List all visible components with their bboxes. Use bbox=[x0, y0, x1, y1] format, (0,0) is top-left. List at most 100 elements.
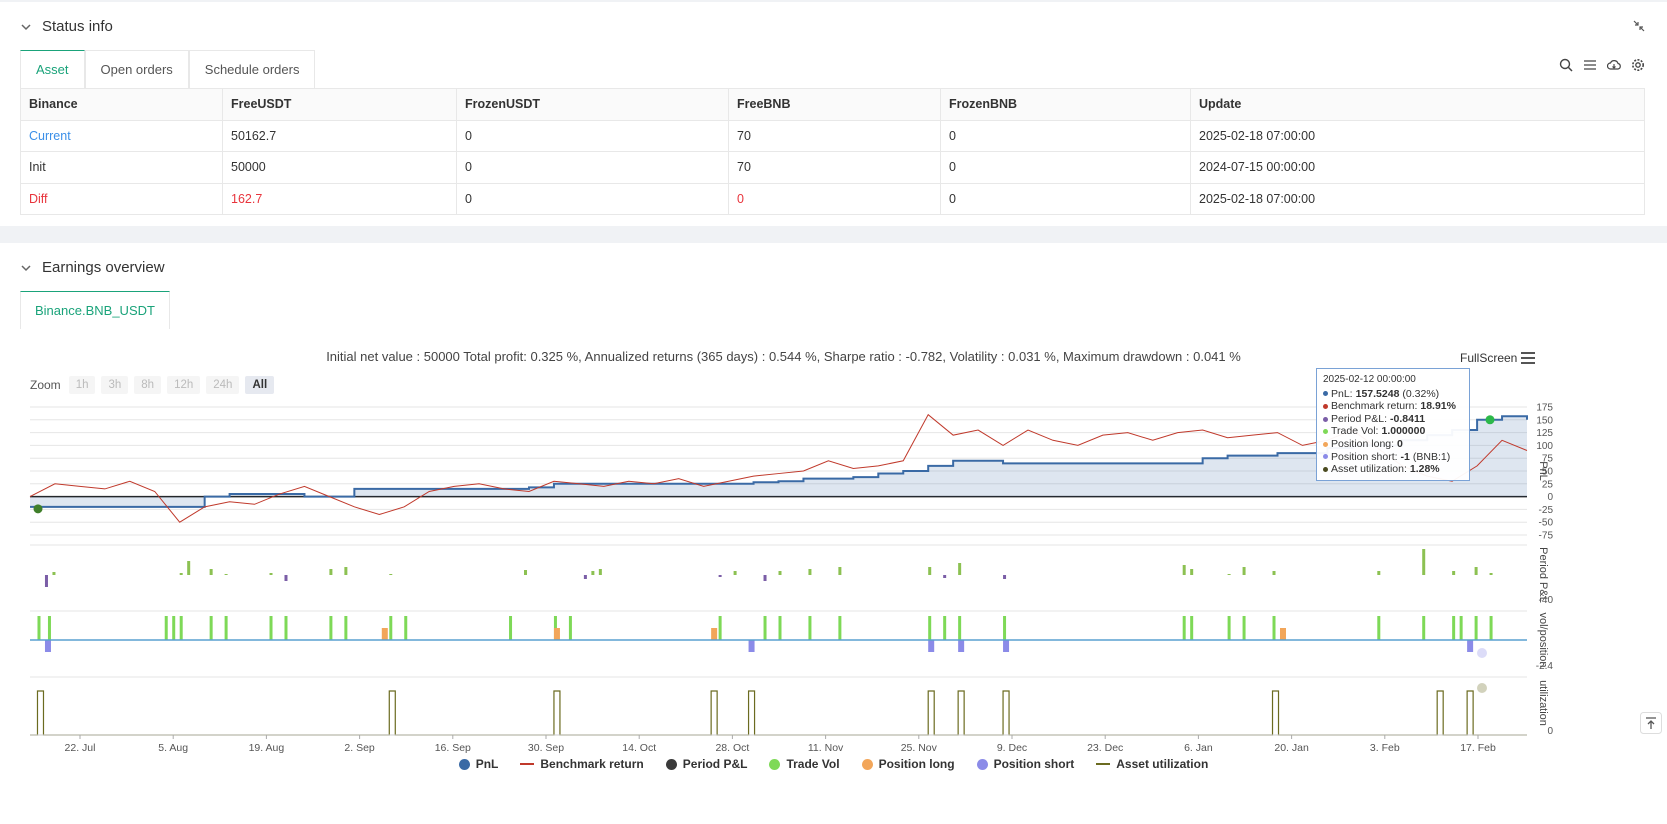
pnl-axis-label: PnL bbox=[1537, 461, 1549, 481]
tab-open-orders[interactable]: Open orders bbox=[84, 50, 189, 88]
table-toolbar bbox=[1559, 58, 1645, 72]
x-tick-label: 25. Nov bbox=[901, 742, 938, 754]
period-pnl-bar bbox=[1272, 571, 1276, 575]
period-pnl-bar bbox=[1474, 567, 1478, 575]
col-header: FrozenUSDT bbox=[456, 88, 729, 121]
tab-schedule-orders[interactable]: Schedule orders bbox=[188, 50, 316, 88]
period-pnl-bar bbox=[928, 567, 932, 575]
trade-vol-bar bbox=[1489, 616, 1493, 640]
table-cell: 2025-02-18 07:00:00 bbox=[1190, 182, 1645, 216]
vol-axis-label: vol/position bbox=[1537, 612, 1549, 667]
chevron-down-icon[interactable] bbox=[20, 21, 32, 33]
y-tick-label: -40 bbox=[1539, 595, 1554, 606]
y-tick-label: -50 bbox=[1539, 518, 1554, 529]
x-tick-label: 17. Feb bbox=[1460, 742, 1496, 754]
list-icon[interactable] bbox=[1583, 58, 1597, 72]
trade-vol-bar bbox=[1227, 616, 1231, 640]
trade-vol-bar bbox=[1377, 616, 1381, 640]
period-pnl-bar bbox=[1489, 573, 1493, 575]
trade-vol-bar bbox=[1422, 616, 1426, 640]
tooltip-label: Position short: bbox=[1331, 450, 1398, 463]
tooltip-marker bbox=[1323, 454, 1328, 460]
col-header: FreeBNB bbox=[728, 88, 941, 121]
back-to-top-icon[interactable] bbox=[1640, 712, 1662, 734]
tooltip-extra: (BNB:1) bbox=[1412, 450, 1451, 463]
trade-vol-bar bbox=[1190, 616, 1194, 640]
trade-vol-bar bbox=[389, 616, 393, 640]
period-pnl-bar bbox=[179, 573, 183, 575]
hover-marker bbox=[1477, 648, 1487, 658]
table-cell: 2025-02-18 07:00:00 bbox=[1190, 119, 1645, 153]
status-panel-header[interactable]: Status info bbox=[20, 18, 113, 35]
x-tick-label: 11. Nov bbox=[808, 742, 844, 754]
zoom-3h-button[interactable]: 3h bbox=[101, 376, 129, 394]
legend-marker bbox=[458, 758, 470, 770]
legend-item-asset-utilization[interactable]: Asset utilization bbox=[1096, 757, 1208, 771]
col-header: FrozenBNB bbox=[940, 88, 1191, 121]
x-tick-label: 6. Jan bbox=[1184, 742, 1213, 754]
chevron-down-icon[interactable] bbox=[20, 262, 32, 274]
trade-vol-bar bbox=[224, 616, 228, 640]
period-pnl-bar bbox=[718, 575, 722, 577]
y-tick-label: 175 bbox=[1536, 403, 1553, 414]
period-pnl-bar bbox=[958, 563, 962, 575]
trade-vol-bar bbox=[1474, 616, 1478, 640]
legend-marker bbox=[1096, 763, 1111, 765]
legend-item-period-pnl[interactable]: Period P&L bbox=[665, 757, 747, 771]
trade-vol-bar bbox=[568, 616, 572, 640]
tooltip-value: 1.000000 bbox=[1381, 425, 1426, 438]
y-tick-label: 150 bbox=[1536, 415, 1553, 426]
asset-table: Binance FreeUSDT FrozenUSDT FreeBNB Froz… bbox=[20, 88, 1645, 216]
row-label-current[interactable]: Current bbox=[20, 119, 223, 153]
trade-vol-bar bbox=[838, 616, 842, 640]
zoom-24h-button[interactable]: 24h bbox=[206, 376, 240, 394]
zoom-8h-button[interactable]: 8h bbox=[134, 376, 162, 394]
legend-marker bbox=[520, 763, 535, 765]
table-cell: 0 bbox=[456, 151, 729, 184]
legend-item-pnl[interactable]: PnL bbox=[458, 757, 498, 771]
collapse-icon[interactable] bbox=[1633, 20, 1645, 32]
trade-vol-bar bbox=[164, 616, 168, 640]
tooltip-label: Trade Vol: bbox=[1331, 425, 1379, 438]
trade-vol-bar bbox=[1242, 616, 1246, 640]
zoom-all-button[interactable]: All bbox=[245, 376, 275, 394]
earnings-panel-header[interactable]: Earnings overview bbox=[20, 259, 165, 276]
position-long-bar bbox=[381, 628, 388, 640]
period-pnl-bar bbox=[591, 571, 595, 575]
tooltip-value: 18.91% bbox=[1420, 400, 1456, 413]
period-pnl-bar bbox=[1182, 565, 1186, 575]
trade-vol-bar bbox=[943, 616, 947, 640]
trade-vol-bar bbox=[718, 616, 722, 640]
x-tick-label: 20. Jan bbox=[1274, 742, 1309, 754]
search-icon[interactable] bbox=[1559, 58, 1573, 72]
period-pnl-bar bbox=[1242, 567, 1246, 575]
x-tick-label: 9. Dec bbox=[997, 742, 1027, 754]
tab-asset[interactable]: Asset bbox=[20, 50, 85, 88]
tooltip-label: Benchmark return: bbox=[1331, 400, 1418, 413]
legend-item-trade-vol[interactable]: Trade Vol bbox=[769, 757, 840, 771]
col-header: Binance bbox=[20, 88, 223, 121]
gear-icon[interactable] bbox=[1631, 58, 1645, 72]
zoom-1h-button[interactable]: 1h bbox=[68, 376, 96, 394]
start-marker bbox=[33, 504, 43, 514]
trade-vol-bar bbox=[404, 616, 408, 640]
legend-item-position-long[interactable]: Position long bbox=[861, 757, 955, 771]
position-short-bar bbox=[748, 640, 755, 652]
cloud-download-icon[interactable] bbox=[1607, 58, 1621, 72]
position-short-bar bbox=[1467, 640, 1474, 652]
trade-vol-bar bbox=[284, 616, 288, 640]
zoom-12h-button[interactable]: 12h bbox=[167, 376, 201, 394]
legend-label: Asset utilization bbox=[1116, 757, 1209, 771]
tooltip-value: 157.5248 bbox=[1355, 387, 1400, 400]
tab-binance-bnb-usdt[interactable]: Binance.BNB_USDT bbox=[20, 291, 170, 329]
trade-vol-bar bbox=[1452, 616, 1456, 640]
legend-item-position-short[interactable]: Position short bbox=[976, 757, 1074, 771]
legend-item-benchmark[interactable]: Benchmark return bbox=[520, 757, 644, 771]
fullscreen-button[interactable]: FullScreen bbox=[1460, 351, 1517, 365]
menu-icon[interactable] bbox=[1520, 351, 1536, 365]
x-tick-label: 30. Sep bbox=[528, 742, 564, 754]
tooltip-marker bbox=[1323, 441, 1328, 447]
tooltip-marker bbox=[1323, 391, 1328, 397]
x-tick-label: 14. Oct bbox=[622, 742, 656, 754]
y-tick-label: 0 bbox=[1547, 726, 1553, 737]
